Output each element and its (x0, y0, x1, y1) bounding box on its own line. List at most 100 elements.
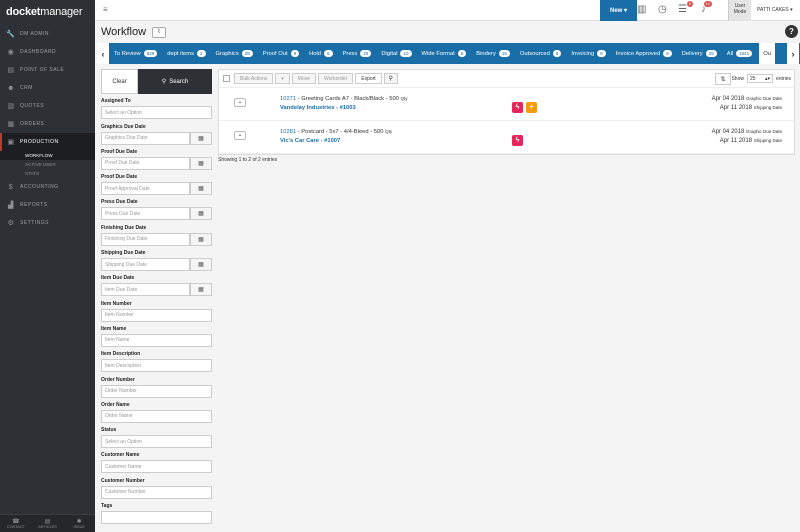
bug-icon: ✱ (76, 519, 82, 525)
tab-overflow[interactable]: Ou (759, 43, 775, 64)
tabs-prev-arrow[interactable]: ‹ (97, 43, 109, 64)
sort-button[interactable]: ⇅ (715, 73, 731, 85)
table-search-button[interactable]: ⚲ (383, 73, 398, 84)
calendar-icon[interactable]: ▦ (190, 232, 212, 246)
customer-link[interactable]: Vic's Car Care - #1007 (280, 138, 340, 144)
bolt-icon[interactable]: ϟ (512, 135, 523, 146)
tab-delivery[interactable]: Delivery 25 (679, 50, 717, 57)
tab-to-review[interactable]: To Review 829 (111, 50, 158, 57)
tab-hold[interactable]: Hold 6 (306, 50, 333, 57)
graphics-due-date-field[interactable]: Graphics Due Date ▦ (101, 131, 212, 145)
move-button[interactable]: Move (291, 73, 316, 84)
sidebar-item-point-of-sale[interactable]: ▤ Point of Sale (0, 61, 95, 79)
search-icon: ⚲ (161, 79, 167, 85)
calendar-icon[interactable]: ▦ (190, 156, 212, 170)
job-number-link[interactable]: 10271 (280, 96, 296, 102)
item-number-field[interactable]: Item Number (101, 308, 212, 322)
tab-count-badge: 829 (143, 50, 158, 57)
sidebar-item-dashboard[interactable]: ◉ Dashboard (0, 43, 95, 61)
new-button[interactable]: New ▾ (600, 0, 637, 21)
tab-count-badge: 10 (400, 50, 412, 57)
press-due-date-field[interactable]: Press Due Date ▦ (101, 207, 212, 221)
bell-icon[interactable]: ♪ 12 (701, 1, 712, 15)
articles-link[interactable]: ▤ Articles (32, 515, 64, 532)
page-size-select[interactable]: 25 ▴▾ (746, 74, 773, 83)
tab-count-badge: 1541 (736, 50, 753, 57)
item-description-field[interactable]: Item Description (101, 359, 212, 373)
sidebar-item-settings[interactable]: ⚙ Settings (0, 214, 95, 232)
bolt-icon[interactable]: ϟ (512, 102, 523, 113)
tab-graphics[interactable]: Graphics 28 (213, 50, 253, 57)
item-due-date-field[interactable]: Item Due Date ▦ (101, 283, 212, 297)
customer-name-field[interactable]: Customer Name (101, 460, 212, 474)
table-row[interactable]: ⌄ 10271 - Greeting Cards A7 - Black/Blac… (219, 88, 794, 121)
help-icon[interactable]: ? (785, 25, 798, 38)
user-mode-button[interactable]: User Mode (728, 0, 751, 21)
tab-proof-out[interactable]: Proof Out 9 (260, 50, 300, 57)
customer-link[interactable]: Vandelay Industries - #1003 (280, 105, 356, 111)
item-due-date-label: Item Due Date (101, 275, 135, 282)
order-number-field[interactable]: Order Number (101, 384, 212, 398)
sidebar-item-orders[interactable]: ▦ Orders (0, 115, 95, 133)
job-number-link[interactable]: 10281 (280, 129, 296, 135)
sidebar-subitem-workflow[interactable]: Workflow (0, 151, 95, 160)
tab-bindery[interactable]: Bindery 16 (473, 50, 510, 57)
issue-link[interactable]: ✱ Issue (63, 515, 95, 532)
calendar-icon[interactable]: ▦ (190, 258, 212, 272)
calendar-icon[interactable]: ▦ (190, 182, 212, 196)
plus-icon[interactable]: + (526, 102, 537, 113)
tags-field[interactable] (101, 511, 212, 525)
expand-row-button[interactable]: ⌄ (234, 98, 246, 107)
search-button[interactable]: ⚲ Search (138, 69, 212, 94)
tab-dept-items[interactable]: dept items 2 (164, 50, 206, 57)
user-menu[interactable]: PATTI CAKES ▾ (757, 7, 793, 13)
tab-wide-format[interactable]: Wide Format 5 (419, 50, 467, 57)
table-info: Showing 1 to 2 of 2 entries (218, 157, 278, 163)
sidebar-item-production[interactable]: ▣ Production (0, 133, 95, 151)
app-logo[interactable]: docketmanager (0, 0, 95, 22)
customer-number-field[interactable]: Customer Number (101, 485, 212, 499)
contact-link[interactable]: ☎ Contact (0, 515, 32, 532)
sidebar-item-quotes[interactable]: ▥ Quotes (0, 97, 95, 115)
sidebar-item-crm[interactable]: ☻ CRM (0, 79, 95, 97)
export-button[interactable]: Export (355, 73, 382, 84)
sidebar-subitem-stats[interactable]: Stats (0, 169, 95, 178)
tabs-next-arrow[interactable]: › (787, 43, 799, 64)
tab-press[interactable]: Press 25 (340, 50, 372, 57)
proof-due-date-field[interactable]: Proof Due Date ▦ (101, 156, 212, 170)
clear-button[interactable]: Clear (101, 69, 138, 94)
tab-invoice-approved[interactable]: Invoice Approved 6 (613, 50, 672, 57)
proof-due-date-field[interactable]: Proof Approval Date ▦ (101, 182, 212, 196)
finishing-due-date-field[interactable]: Finishing Due Date ▦ (101, 232, 212, 246)
tab-invoicing[interactable]: Invoicing 6 (568, 50, 606, 57)
shipping-due-date-field[interactable]: Shipping Due Date ▦ (101, 258, 212, 272)
chart-toggle-button[interactable]: ⌇ (152, 27, 166, 38)
status-field[interactable]: Select an Option (101, 435, 212, 449)
tab-all[interactable]: All 1541 (724, 50, 753, 57)
order-name-field[interactable]: Order Name (101, 409, 212, 423)
calendar-icon[interactable]: ▦ (190, 207, 212, 221)
expand-row-button[interactable]: ⌄ (234, 131, 246, 140)
shipping-date: Apr 11 2018 Shipping Date (719, 138, 782, 144)
tasks-icon[interactable]: ☰ 5 (678, 1, 693, 15)
select-all-checkbox[interactable] (223, 75, 230, 82)
assigned-to-field[interactable]: Select an Option (101, 106, 212, 120)
clock-icon[interactable]: ◷ (658, 4, 667, 15)
barcode-icon[interactable]: ▥ (637, 4, 646, 15)
tab-outsourced[interactable]: Outsourced 8 (517, 50, 562, 57)
sidebar-item-accounting[interactable]: $ Accounting (0, 178, 95, 196)
calendar-icon[interactable]: ▦ (190, 283, 212, 297)
sidebar-item-reports[interactable]: ▟ Reports (0, 196, 95, 214)
bulk-actions-button[interactable]: Bulk Actions (234, 73, 274, 84)
sidebar-item-dm-admin[interactable]: 🔧 DM Admin (0, 25, 95, 43)
menu-toggle-icon[interactable]: ≡ (103, 5, 108, 14)
calendar-icon[interactable]: ▦ (190, 131, 212, 145)
sidebar-subitem-active-user[interactable]: Active User (0, 160, 95, 169)
tab-digital[interactable]: Digital 10 (378, 50, 412, 57)
workorder-button[interactable]: Workorder (318, 73, 354, 84)
table-row[interactable]: ⌄ 10281 - Postcard - 5x7 - 4/4-Bleed - 5… (219, 121, 794, 154)
bulk-actions-dropdown[interactable]: ▾ (275, 73, 290, 84)
book-icon: ▤ (44, 519, 51, 525)
item-name-field[interactable]: Item Name (101, 333, 212, 347)
job-description: 10271 - Greeting Cards A7 - Black/Black … (280, 96, 408, 102)
